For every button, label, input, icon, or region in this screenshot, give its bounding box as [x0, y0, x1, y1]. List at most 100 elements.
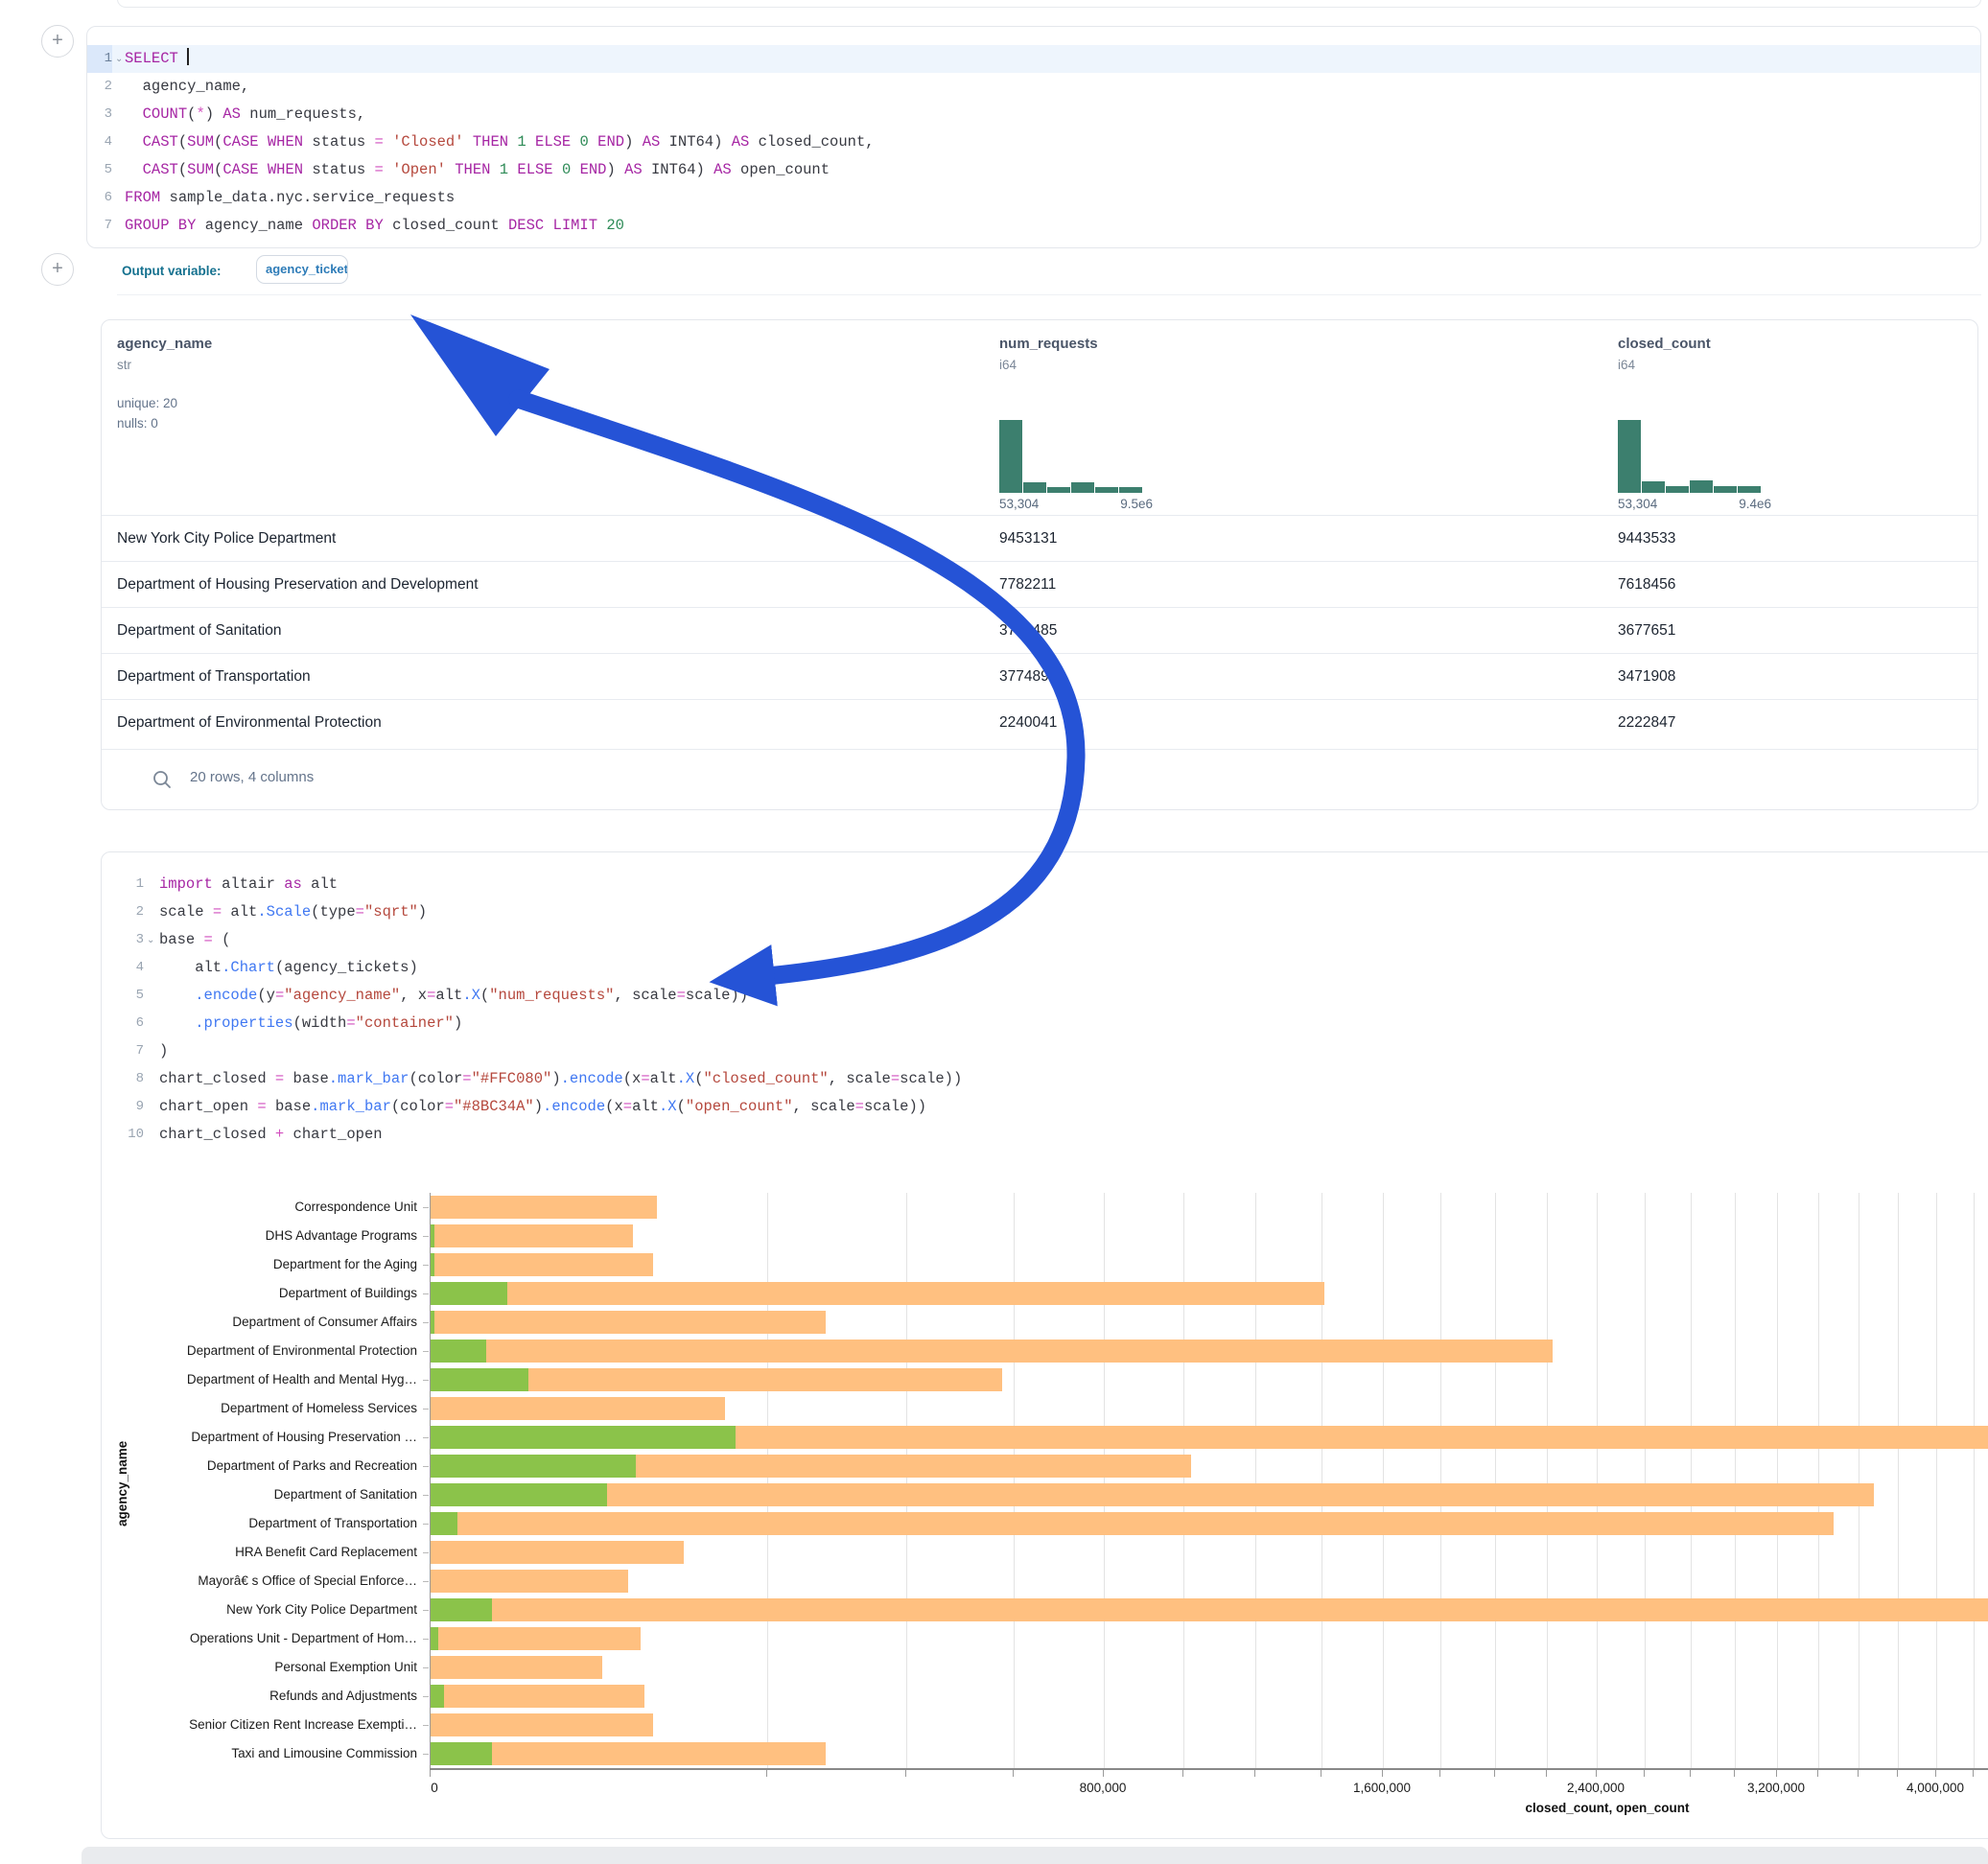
x-axis-tick — [1776, 1770, 1777, 1777]
table-cell: 3677651 — [1618, 608, 1675, 653]
dataframe-preview-table[interactable]: agency_namestrunique: 20nulls: 0 num_requ… — [101, 319, 1978, 810]
output-variable-input[interactable]: agency_tickets — [256, 255, 348, 284]
histogram-range-labels: 53,3049.4e6 — [1618, 497, 1771, 511]
table-row[interactable]: Department of Sanitation37494853677651 — [102, 607, 1977, 653]
x-axis-tick-label: 2,400,000 — [1567, 1781, 1625, 1795]
x-axis-tick-label: 800,000 — [1080, 1781, 1127, 1795]
table-row[interactable]: Department of Housing Preservation and D… — [102, 561, 1977, 607]
column-name: num_requests — [999, 336, 1098, 352]
row-column-count: 20 rows, 4 columns — [190, 769, 314, 785]
open_count-bar — [431, 1282, 507, 1305]
fold-chevron-icon[interactable]: ⌄ — [115, 46, 123, 74]
x-axis-tick-label: 3,200,000 — [1747, 1781, 1805, 1795]
closed_count-bar — [431, 1340, 1553, 1363]
y-axis-label: Department of Environmental Protection — [102, 1337, 417, 1365]
open_count-bar — [431, 1598, 492, 1621]
x-axis-tick — [1858, 1770, 1859, 1777]
closed_count-bar — [431, 1512, 1834, 1535]
table-cell: 9453131 — [999, 516, 1057, 561]
closed_count-bar — [431, 1224, 633, 1247]
y-axis-tick — [423, 1754, 429, 1755]
table-row[interactable]: New York City Police Department945313194… — [102, 515, 1977, 561]
code-line[interactable]: 6FROM sample_data.nyc.service_requests — [87, 184, 1980, 212]
column-stats: unique: 20nulls: 0 — [117, 393, 212, 433]
y-axis-label: Department of Homeless Services — [102, 1394, 417, 1423]
column-header[interactable]: num_requestsi6453,3049.5e6 — [999, 336, 1098, 372]
y-axis-tick — [423, 1322, 429, 1323]
code-line[interactable]: 4 CAST(SUM(CASE WHEN status = 'Closed' T… — [87, 128, 1980, 156]
gridline — [1597, 1193, 1598, 1768]
closed_count-bar — [431, 1282, 1324, 1305]
table-cell: 3774892 — [999, 654, 1057, 699]
gridline — [1183, 1193, 1184, 1768]
column-histogram — [999, 420, 1145, 493]
table-cell: Department of Housing Preservation and D… — [117, 562, 479, 607]
y-axis-label: Operations Unit - Department of Hom… — [102, 1624, 417, 1653]
sql-editor-cell[interactable]: 1⌄SELECT 2 agency_name,3 COUNT(*) AS num… — [86, 26, 1981, 248]
line-number: 4 — [87, 128, 112, 156]
column-header[interactable]: agency_namestrunique: 20nulls: 0 — [117, 336, 212, 433]
closed_count-bar — [431, 1196, 657, 1219]
y-axis-tick — [423, 1581, 429, 1582]
open_count-bar — [431, 1253, 434, 1276]
x-axis-tick — [766, 1770, 767, 1777]
y-axis-label: Department of Buildings — [102, 1279, 417, 1308]
x-axis-tick-label: 0 — [431, 1781, 438, 1795]
x-axis-tick-label: 4,000,000 — [1906, 1781, 1964, 1795]
x-axis-title: closed_count, open_count — [1525, 1801, 1689, 1815]
y-axis-label: Department of Health and Mental Hyg… — [102, 1365, 417, 1394]
text-cursor — [187, 48, 189, 65]
y-axis-label: Department of Consumer Affairs — [102, 1308, 417, 1337]
add-cell-button[interactable]: + — [41, 253, 74, 286]
y-axis-label: HRA Benefit Card Replacement — [102, 1538, 417, 1567]
x-axis-tick — [1382, 1770, 1383, 1777]
x-axis-tick — [1546, 1770, 1547, 1777]
column-name: closed_count — [1618, 336, 1711, 352]
y-axis-tick — [423, 1466, 429, 1467]
table-row[interactable]: Department of Transportation 3774892 34719… — [102, 653, 1977, 699]
code-line[interactable]: 2 agency_name, — [87, 73, 1980, 101]
gridline — [1691, 1193, 1692, 1768]
y-axis-label: Department of Sanitation — [102, 1480, 417, 1509]
gridline — [1255, 1193, 1256, 1768]
open_count-bar — [431, 1512, 457, 1535]
y-axis-label: New York City Police Department — [102, 1596, 417, 1624]
closed_count-bar — [431, 1656, 602, 1679]
search-icon[interactable] — [152, 769, 173, 790]
line-number: 5 — [87, 156, 112, 184]
table-cell: Department of Transportation — [117, 654, 311, 699]
gridline — [1936, 1193, 1937, 1768]
column-header[interactable]: closed_counti6453,3049.4e6 — [1618, 336, 1711, 372]
closed_count-bar — [431, 1570, 628, 1593]
table-row[interactable]: Department of Environmental Protection22… — [102, 699, 1977, 745]
open_count-bar — [431, 1483, 607, 1506]
table-footer: 20 rows, 4 columns — [102, 749, 1977, 809]
x-axis-tick — [1690, 1770, 1691, 1777]
gridline — [767, 1193, 768, 1768]
code-line[interactable]: 5 CAST(SUM(CASE WHEN status = 'Open' THE… — [87, 156, 1980, 184]
table-cell: 7782211 — [999, 562, 1056, 607]
table-cell: Department of Environmental Protection — [117, 700, 382, 745]
x-axis-tick-label: 1,600,000 — [1353, 1781, 1411, 1795]
gridline — [1735, 1193, 1736, 1768]
y-axis-label: Department of Parks and Recreation — [102, 1452, 417, 1480]
code-line[interactable]: 1⌄SELECT — [87, 45, 1980, 73]
y-axis-label: Personal Exemption Unit — [102, 1653, 417, 1682]
altair-bar-chart: agency_name Correspondence UnitDHS Advan… — [102, 852, 1988, 1838]
gridline — [1898, 1193, 1899, 1768]
open_count-bar — [431, 1455, 636, 1478]
open_count-bar — [431, 1368, 528, 1391]
output-variable-label: Output variable: — [122, 259, 222, 284]
table-cell: 3471908 — [1618, 654, 1675, 699]
code-line[interactable]: 3 COUNT(*) AS num_requests, — [87, 101, 1980, 128]
y-axis-tick — [423, 1409, 429, 1410]
code-line[interactable]: 7GROUP BY agency_name ORDER BY closed_co… — [87, 212, 1980, 240]
closed_count-bar — [431, 1397, 725, 1420]
closed_count-bar — [431, 1483, 1874, 1506]
python-editor-cell[interactable]: 1import altair as alt2scale = alt.Scale(… — [101, 851, 1988, 1839]
add-cell-button[interactable]: + — [41, 25, 74, 58]
section-divider — [117, 294, 1981, 295]
y-axis-tick — [423, 1437, 429, 1438]
line-number: 1 — [87, 45, 112, 73]
gridline — [1777, 1193, 1778, 1768]
